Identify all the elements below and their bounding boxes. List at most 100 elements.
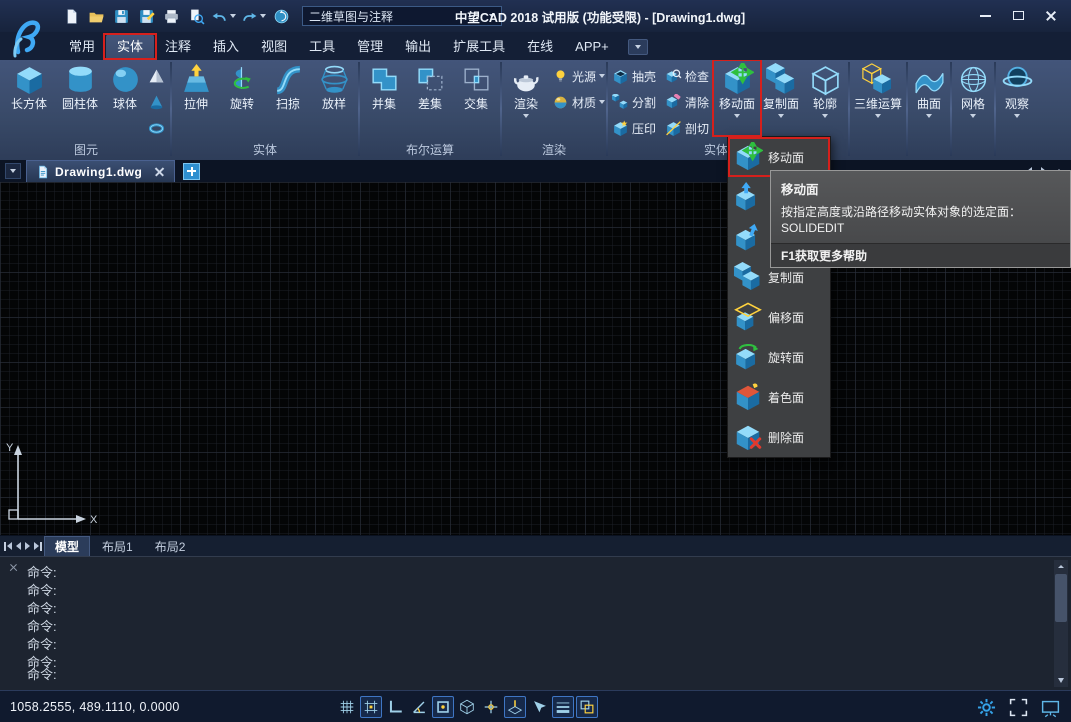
fullscreen-button[interactable] [1007,696,1029,718]
menu-item-着色面[interactable]: 着色面 [728,377,830,417]
snap-icon [362,698,380,716]
menu-item-旋转面[interactable]: 旋转面 [728,337,830,377]
clean-screen-button[interactable] [1039,696,1061,718]
first-layout-button[interactable] [4,539,12,554]
chevron-down-icon [10,169,16,176]
ribbon-tab-APP+[interactable]: APP+ [564,34,620,60]
separate-button[interactable]: 分割 [609,90,662,115]
scrollbar-thumb[interactable] [1055,574,1067,622]
surface-button[interactable]: 曲面 [909,61,949,141]
next-layout-button[interactable] [25,539,30,554]
light-button[interactable]: 光源 [549,64,605,89]
scroll-down-icon[interactable] [1054,674,1068,687]
mesh-button[interactable]: 网格 [953,61,993,141]
ribbon-tab-输出[interactable]: 输出 [394,34,442,60]
ribbon-tab-在线[interactable]: 在线 [516,34,564,60]
previous-layout-button[interactable] [16,539,21,554]
ribbon-tab-视图[interactable]: 视图 [250,34,298,60]
menu-item-偏移面[interactable]: 偏移面 [728,297,830,337]
document-tab[interactable]: Drawing1.dwg [26,160,175,182]
tab-label: 在线 [527,39,553,54]
command-window[interactable]: 命令:命令:命令:命令:命令:命令: 命令: [0,556,1071,690]
ribbon-tab-扩展工具[interactable]: 扩展工具 [442,34,516,60]
maximize-button[interactable] [1004,5,1032,26]
dyn-icon [530,698,548,716]
command-prompt[interactable]: 命令: [27,664,57,683]
print-button[interactable] [160,5,182,27]
dynamic-input-toggle[interactable] [528,696,550,718]
taper-face-icon [733,222,763,252]
last-layout-button[interactable] [34,539,42,554]
subtract-button[interactable]: 差集 [407,61,453,141]
grid-display-toggle[interactable] [336,696,358,718]
panel-body: 三维运算 [851,60,905,142]
object-snap-toggle[interactable] [432,696,454,718]
render-button[interactable]: 渲染 [503,61,549,141]
ribbon-tab-实体[interactable]: 实体 [106,34,154,60]
button-label: 压印 [632,120,656,137]
minimize-icon [980,15,991,17]
ribbon-tab-管理[interactable]: 管理 [346,34,394,60]
undo-button[interactable] [210,5,237,27]
object-snap-3d-toggle[interactable] [456,696,478,718]
box-button[interactable]: 长方体 [3,61,55,141]
shell-button[interactable]: 抽壳 [609,64,662,89]
minimize-button[interactable] [971,5,999,26]
open-file-button[interactable] [85,5,107,27]
slice-button[interactable]: 剖切 [662,116,715,141]
layout-tab-模型[interactable]: 模型 [44,536,90,557]
extrude-button[interactable]: 拉伸 [173,61,219,141]
tab-label: 管理 [357,39,383,54]
op3d-button[interactable]: 三维运算 [851,61,905,141]
layout-tab-布局2[interactable]: 布局2 [145,536,196,557]
imprint-button[interactable]: 压印 [609,116,662,141]
new-file-button[interactable] [60,5,82,27]
panel-separator [500,62,502,156]
selection-cycling-toggle[interactable] [576,696,598,718]
cone-button[interactable] [145,91,167,113]
pyramid-button[interactable] [145,65,167,87]
ortho-mode-toggle[interactable] [384,696,406,718]
ribbon-tab-常用[interactable]: 常用 [58,34,106,60]
clean-button[interactable]: 清除 [662,90,715,115]
move-face-button[interactable]: 移动面 [715,61,759,141]
snap-mode-toggle[interactable] [360,696,382,718]
button-label: 抽壳 [632,68,656,85]
ribbon-tab-插入[interactable]: 插入 [202,34,250,60]
close-button[interactable] [1037,5,1065,26]
ribbon-tab-工具[interactable]: 工具 [298,34,346,60]
check-button[interactable]: 检查 [662,64,715,89]
ribbon-tab-注释[interactable]: 注释 [154,34,202,60]
close-document-icon[interactable] [154,166,165,177]
redo-button[interactable] [240,5,267,27]
ribbon-options-button[interactable] [628,39,648,55]
intersect-button[interactable]: 交集 [453,61,499,141]
revolve-button[interactable]: 旋转 [219,61,265,141]
document-list-button[interactable] [5,163,21,179]
material-button[interactable]: 材质 [549,90,605,115]
plot-preview-button[interactable] [185,5,207,27]
observe-button[interactable]: 观察 [997,61,1037,141]
object-snap-tracking-toggle[interactable] [480,696,502,718]
copy-face-button[interactable]: 复制面 [759,61,803,141]
command-scrollbar[interactable] [1054,560,1068,687]
union-button[interactable]: 并集 [361,61,407,141]
gear-button[interactable] [975,696,997,718]
save-button[interactable] [110,5,132,27]
menu-item-删除面[interactable]: 删除面 [728,417,830,457]
scroll-up-icon[interactable] [1054,560,1068,573]
layout-tab-布局1[interactable]: 布局1 [92,536,143,557]
polar-tracking-toggle[interactable] [408,696,430,718]
sphere-button[interactable]: 球体 [105,61,145,141]
workspace-switch-button[interactable] [270,5,292,27]
new-document-button[interactable] [183,163,200,180]
cylinder-button[interactable]: 圆柱体 [55,61,105,141]
torus-button[interactable] [145,117,167,139]
dynamic-ucs-toggle[interactable] [504,696,526,718]
outline-button[interactable]: 轮廓 [803,61,847,141]
sweep-button[interactable]: 扫掠 [265,61,311,141]
loft-button[interactable]: 放样 [311,61,357,141]
save-as-button[interactable] [135,5,157,27]
lineweight-display-toggle[interactable] [552,696,574,718]
logo-icon [6,8,52,60]
